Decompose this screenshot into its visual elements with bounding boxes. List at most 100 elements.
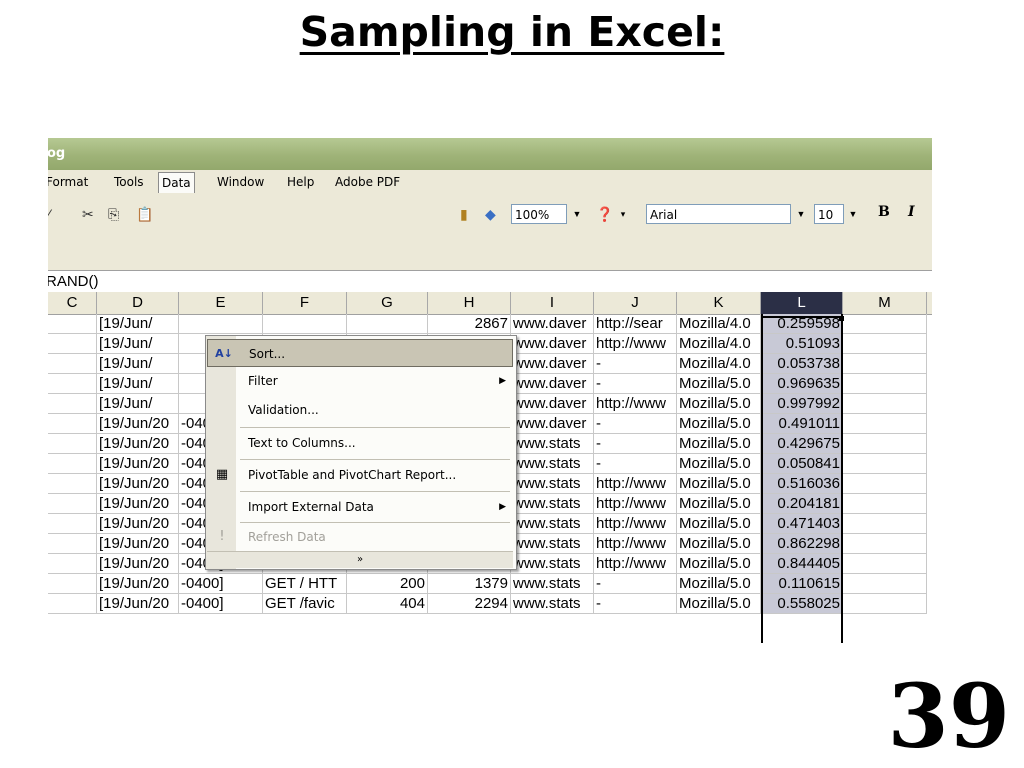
cell-i[interactable]: www.daver — [511, 374, 594, 394]
cell-d[interactable]: [19/Jun/20 — [97, 574, 179, 594]
column-header-h[interactable]: H — [428, 292, 511, 314]
cell-m[interactable] — [843, 314, 927, 334]
cell-c[interactable] — [48, 594, 97, 614]
cell-d[interactable]: [19/Jun/20 — [97, 454, 179, 474]
cell-i[interactable]: www.stats — [511, 554, 594, 574]
cell-l[interactable]: 0.997992 — [761, 394, 843, 414]
cell-c[interactable] — [48, 474, 97, 494]
cell-i[interactable]: www.daver — [511, 354, 594, 374]
column-header-g[interactable]: G — [347, 292, 428, 314]
cell-j[interactable]: - — [594, 414, 677, 434]
cell-m[interactable] — [843, 434, 927, 454]
cell-l[interactable]: 0.969635 — [761, 374, 843, 394]
fill-handle[interactable] — [839, 316, 844, 321]
column-header-l[interactable]: L — [761, 292, 843, 314]
cell-k[interactable]: Mozilla/5.0 — [677, 594, 761, 614]
cell-i[interactable]: www.stats — [511, 474, 594, 494]
cell-k[interactable]: Mozilla/5.0 — [677, 454, 761, 474]
cell-c[interactable] — [48, 374, 97, 394]
cell-i[interactable]: www.stats — [511, 574, 594, 594]
cell-i[interactable]: www.stats — [511, 494, 594, 514]
cell-k[interactable]: Mozilla/5.0 — [677, 514, 761, 534]
cell-i[interactable]: www.daver — [511, 314, 594, 334]
cell-l[interactable]: 0.516036 — [761, 474, 843, 494]
cell-m[interactable] — [843, 414, 927, 434]
cell-e[interactable] — [179, 314, 263, 334]
cell-m[interactable] — [843, 334, 927, 354]
cell-c[interactable] — [48, 354, 97, 374]
cell-c[interactable] — [48, 334, 97, 354]
cell-k[interactable]: Mozilla/5.0 — [677, 434, 761, 454]
cell-d[interactable]: [19/Jun/20 — [97, 474, 179, 494]
cell-i[interactable]: www.stats — [511, 594, 594, 614]
cell-c[interactable] — [48, 454, 97, 474]
italic-button[interactable]: I — [908, 204, 915, 220]
menu-help[interactable]: Help — [287, 170, 314, 194]
cell-k[interactable]: Mozilla/5.0 — [677, 574, 761, 594]
cell-l[interactable]: 0.862298 — [761, 534, 843, 554]
cell-k[interactable]: Mozilla/5.0 — [677, 394, 761, 414]
cell-k[interactable]: Mozilla/4.0 — [677, 334, 761, 354]
cell-m[interactable] — [843, 574, 927, 594]
cell-m[interactable] — [843, 354, 927, 374]
cell-i[interactable]: www.stats — [511, 434, 594, 454]
zoom-dropdown-icon[interactable]: ▼ — [570, 204, 584, 224]
cell-j[interactable]: - — [594, 574, 677, 594]
cell-d[interactable]: [19/Jun/20 — [97, 534, 179, 554]
menu-item-sort[interactable]: A↓ Sort... — [207, 339, 513, 367]
menu-tools[interactable]: Tools — [114, 170, 144, 194]
cell-g[interactable]: 404 — [347, 594, 428, 614]
formula-bar[interactable]: RAND() — [48, 270, 932, 294]
cell-d[interactable]: [19/Jun/ — [97, 394, 179, 414]
cell-l[interactable]: 0.558025 — [761, 594, 843, 614]
cell-d[interactable]: [19/Jun/ — [97, 354, 179, 374]
column-header-c[interactable]: C — [48, 292, 97, 314]
cell-f[interactable]: GET /favic — [263, 594, 347, 614]
cell-e[interactable]: -0400] — [179, 574, 263, 594]
cell-m[interactable] — [843, 394, 927, 414]
cell-f[interactable] — [263, 314, 347, 334]
cell-i[interactable]: www.daver — [511, 394, 594, 414]
bold-button[interactable]: B — [878, 204, 890, 220]
cell-k[interactable]: Mozilla/5.0 — [677, 494, 761, 514]
font-dropdown-icon[interactable]: ▼ — [794, 204, 808, 224]
cell-m[interactable] — [843, 494, 927, 514]
cell-d[interactable]: [19/Jun/20 — [97, 514, 179, 534]
cell-m[interactable] — [843, 474, 927, 494]
column-header-i[interactable]: I — [511, 292, 594, 314]
cell-j[interactable]: - — [594, 594, 677, 614]
cell-i[interactable]: www.daver — [511, 334, 594, 354]
cell-l[interactable]: 0.429675 — [761, 434, 843, 454]
cell-c[interactable] — [48, 494, 97, 514]
drawing-icon[interactable]: ◆ — [485, 206, 496, 223]
cell-l[interactable]: 0.053738 — [761, 354, 843, 374]
cell-d[interactable]: [19/Jun/20 — [97, 434, 179, 454]
cell-k[interactable]: Mozilla/4.0 — [677, 314, 761, 334]
font-name-select[interactable]: Arial — [646, 204, 791, 224]
cell-c[interactable] — [48, 514, 97, 534]
font-size-select[interactable]: 10 — [814, 204, 844, 224]
cell-l[interactable]: 0.471403 — [761, 514, 843, 534]
menu-expand-chevron-icon[interactable]: » — [207, 551, 513, 568]
menu-item-filter[interactable]: Filter ▶ — [206, 367, 514, 395]
cell-j[interactable]: http://www — [594, 394, 677, 414]
cell-m[interactable] — [843, 374, 927, 394]
font-size-dropdown-icon[interactable]: ▼ — [846, 204, 860, 224]
menu-item-import-external-data[interactable]: Import External Data ▶ — [206, 493, 514, 521]
cell-c[interactable] — [48, 574, 97, 594]
cell-i[interactable]: www.stats — [511, 454, 594, 474]
help-icon[interactable]: ❓ — [596, 206, 613, 223]
cell-d[interactable]: [19/Jun/ — [97, 374, 179, 394]
cut-icon[interactable]: ✂ — [82, 206, 94, 223]
cell-c[interactable] — [48, 394, 97, 414]
cell-c[interactable] — [48, 414, 97, 434]
cell-l[interactable]: 0.844405 — [761, 554, 843, 574]
cell-l[interactable]: 0.204181 — [761, 494, 843, 514]
menu-adobe-pdf[interactable]: Adobe PDF — [335, 170, 400, 194]
cell-c[interactable] — [48, 534, 97, 554]
chart-wizard-icon[interactable]: ▮ — [460, 206, 468, 223]
cell-i[interactable]: www.stats — [511, 514, 594, 534]
cell-f[interactable]: GET / HTT — [263, 574, 347, 594]
cell-d[interactable]: [19/Jun/20 — [97, 494, 179, 514]
column-header-f[interactable]: F — [263, 292, 347, 314]
